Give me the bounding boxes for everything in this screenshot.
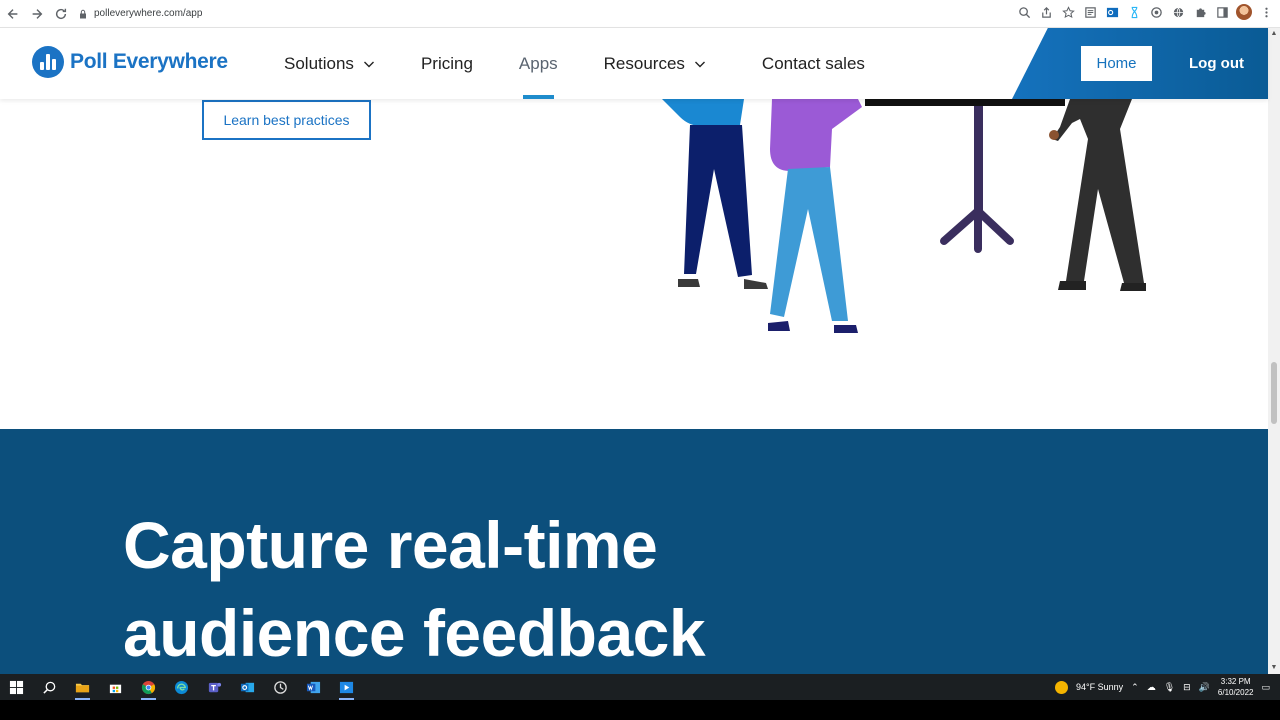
feedback-hero-section: Capture real-time audience feedback: [0, 429, 1268, 674]
edge-icon[interactable]: [165, 674, 198, 700]
windows-start-icon[interactable]: [0, 674, 33, 700]
scroll-thumb[interactable]: [1271, 362, 1277, 424]
profile-avatar[interactable]: [1236, 4, 1252, 20]
volume-icon[interactable]: 🔊: [1199, 682, 1210, 693]
nav-solutions-label: Solutions: [284, 53, 354, 73]
share-icon[interactable]: [1038, 4, 1054, 20]
microphone-icon[interactable]: 🎙: [1164, 682, 1175, 693]
chevron-up-icon[interactable]: ⌃: [1131, 682, 1139, 693]
windows-taskbar: 94°F Sunny ⌃ ☁ 🎙 ⊟ 🔊 3:32 PM 6/10/2022 ▭: [0, 674, 1280, 700]
extension-doc-icon[interactable]: [1082, 4, 1098, 20]
browser-menu-icon[interactable]: [1258, 4, 1274, 20]
zoom-icon[interactable]: [1016, 4, 1032, 20]
weather-text[interactable]: 94°F Sunny: [1076, 682, 1123, 692]
clock-time: 3:32 PM: [1220, 677, 1251, 686]
nav-apps[interactable]: Apps: [519, 28, 558, 99]
browser-toolbar: polleverywhere.com/app: [0, 0, 1280, 28]
outlook-extension-icon[interactable]: [1104, 4, 1120, 20]
people-at-screen-illustration: [662, 99, 1146, 333]
file-explorer-icon[interactable]: [66, 674, 99, 700]
network-icon[interactable]: ⊟: [1183, 682, 1191, 693]
chevron-down-icon: [694, 61, 705, 67]
poll-everywhere-logo[interactable]: Poll Everywhere: [32, 46, 228, 78]
back-icon[interactable]: [2, 3, 24, 25]
logo-bars-icon: [32, 46, 64, 78]
timer-extension-icon[interactable]: [1126, 4, 1142, 20]
teams-icon[interactable]: [198, 674, 231, 700]
bookmark-star-icon[interactable]: [1060, 4, 1076, 20]
nav-resources-label: Resources: [603, 53, 685, 73]
media-player-icon[interactable]: [330, 674, 363, 700]
main-nav: Solutions Pricing Apps Resources Contact…: [284, 28, 865, 99]
chevron-down-icon: [363, 61, 374, 67]
url-text: polleverywhere.com/app: [94, 8, 203, 19]
extension-circle-icon[interactable]: [1148, 4, 1164, 20]
nav-resources[interactable]: Resources: [604, 28, 706, 99]
feedback-heading: Capture real-time audience feedback: [123, 501, 923, 677]
outlook-icon[interactable]: [231, 674, 264, 700]
settings-clock-icon[interactable]: [264, 674, 297, 700]
address-bar[interactable]: polleverywhere.com/app: [78, 8, 202, 19]
logo-text: Poll Everywhere: [70, 50, 228, 73]
page-scrollbar[interactable]: ▲ ▼: [1268, 28, 1280, 674]
feedback-heading-line-2: audience feedback: [123, 596, 706, 670]
microsoft-store-icon[interactable]: [99, 674, 132, 700]
page-content: Learn best practices: [0, 99, 1268, 429]
reload-icon[interactable]: [50, 3, 72, 25]
word-icon[interactable]: [297, 674, 330, 700]
screen-bottom-bar: [0, 700, 1280, 720]
clock-date: 6/10/2022: [1217, 688, 1254, 697]
feedback-heading-line-1: Capture real-time: [123, 508, 658, 582]
lock-icon: [80, 9, 86, 18]
nav-pricing-label: Pricing: [420, 53, 473, 73]
system-tray: 94°F Sunny ⌃ ☁ 🎙 ⊟ 🔊 3:32 PM 6/10/2022 ▭: [1055, 674, 1270, 700]
search-icon[interactable]: [33, 674, 66, 700]
nav-apps-label: Apps: [518, 53, 558, 73]
nav-solutions[interactable]: Solutions: [284, 28, 375, 99]
onedrive-icon[interactable]: ☁: [1147, 682, 1156, 693]
notification-icon[interactable]: ▭: [1261, 682, 1270, 693]
logout-link[interactable]: Log out: [1189, 46, 1244, 81]
forward-icon[interactable]: [26, 3, 48, 25]
learn-best-practices-button[interactable]: Learn best practices: [202, 100, 371, 140]
nav-contact-label: Contact sales: [761, 53, 865, 73]
chrome-icon[interactable]: [132, 674, 165, 700]
side-panel-icon[interactable]: [1214, 4, 1230, 20]
site-header: Poll Everywhere Solutions Pricing Apps R…: [0, 28, 1268, 99]
taskbar-clock[interactable]: 3:32 PM 6/10/2022: [1218, 676, 1254, 698]
nav-contact-sales[interactable]: Contact sales: [762, 28, 865, 99]
scroll-down-arrow-icon[interactable]: ▼: [1270, 664, 1278, 672]
nav-pricing[interactable]: Pricing: [421, 28, 473, 99]
weather-sun-icon[interactable]: [1055, 680, 1068, 694]
extensions-puzzle-icon[interactable]: [1192, 4, 1208, 20]
home-button[interactable]: Home: [1081, 46, 1152, 81]
extension-globe-icon[interactable]: [1170, 4, 1186, 20]
scroll-up-arrow-icon[interactable]: ▲: [1270, 30, 1278, 38]
